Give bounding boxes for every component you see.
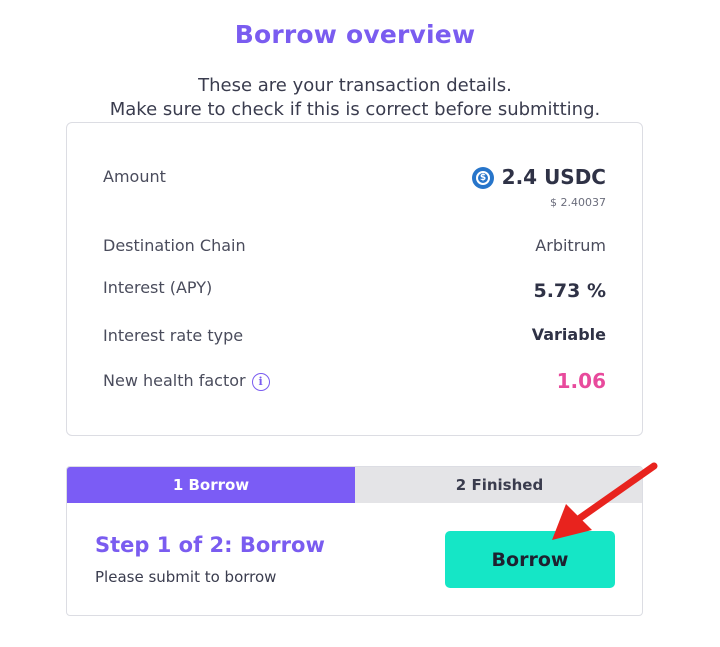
health-factor-label-wrap: New health factor i	[103, 371, 270, 391]
amount-value: 2.4 USDC	[501, 165, 606, 189]
step-title: Step 1 of 2: Borrow	[95, 533, 325, 557]
info-icon[interactable]: i	[251, 373, 270, 391]
subtitle-line-2: Make sure to check if this is correct be…	[109, 99, 601, 120]
interest-value: 5.73 %	[533, 280, 606, 302]
transaction-details-card: Amount $ 2.4 USDC $ 2.40037 Destination …	[66, 122, 643, 436]
amount-label: Amount	[103, 167, 166, 186]
interest-label: Interest (APY)	[103, 278, 213, 297]
destination-chain-label: Destination Chain	[103, 236, 246, 255]
tab-borrow[interactable]: 1 Borrow	[67, 467, 355, 503]
page-subtitle: These are your transaction details. Make…	[0, 74, 710, 122]
usdc-icon: $	[472, 167, 494, 189]
destination-chain-value: Arbitrum	[535, 236, 606, 255]
step-description: Please submit to borrow	[95, 568, 277, 586]
health-factor-label: New health factor	[103, 371, 246, 390]
interest-rate-type-label: Interest rate type	[103, 326, 244, 345]
health-factor-value: 1.06	[556, 369, 606, 393]
interest-rate-type-value: Variable	[531, 325, 606, 344]
subtitle-line-1: These are your transaction details.	[198, 75, 512, 96]
amount-usd-value: $ 2.40037	[550, 196, 606, 209]
page-title: Borrow overview	[234, 20, 476, 49]
red-arrow-annotation	[552, 462, 658, 540]
